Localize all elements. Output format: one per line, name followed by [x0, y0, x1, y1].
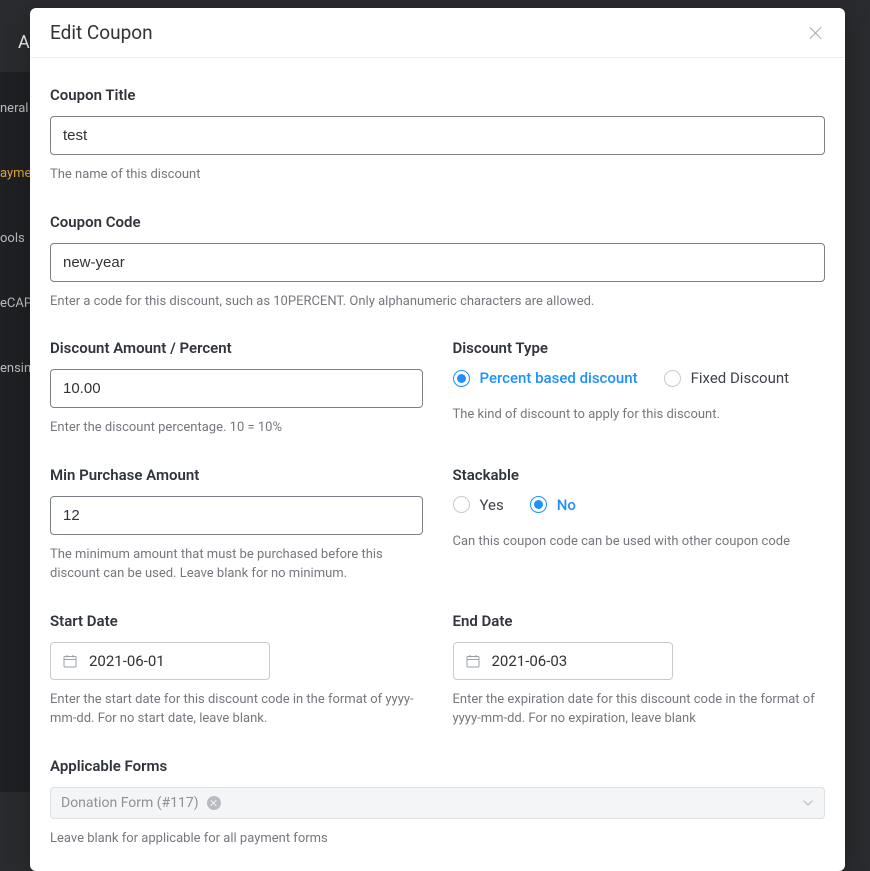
label-min-purchase: Min Purchase Amount	[50, 466, 423, 484]
helper-discount-type: The kind of discount to apply for this d…	[453, 405, 826, 425]
label-stackable: Stackable	[453, 466, 826, 484]
sidebar-item-payment[interactable]: ayme	[0, 141, 34, 206]
label-start-date: Start Date	[50, 612, 423, 630]
radio-dot-icon	[453, 370, 470, 387]
field-applicable-forms: Applicable Forms Donation Form (#117) Le…	[50, 757, 825, 849]
row-discount: Discount Amount / Percent Enter the disc…	[50, 339, 825, 438]
field-discount-amount: Discount Amount / Percent Enter the disc…	[50, 339, 423, 438]
radio-stackable-yes[interactable]: Yes	[453, 496, 504, 514]
tag-remove-icon[interactable]	[207, 796, 221, 810]
radio-label: No	[557, 496, 576, 514]
end-date-input[interactable]: 2021-06-03	[453, 642, 673, 680]
radio-label: Fixed Discount	[691, 369, 789, 387]
label-coupon-code: Coupon Code	[50, 213, 825, 231]
label-end-date: End Date	[453, 612, 826, 630]
sidebar-item-label: ools	[0, 231, 25, 246]
helper-coupon-title: The name of this discount	[50, 165, 825, 185]
radio-dot-icon	[530, 496, 547, 513]
applicable-forms-tag: Donation Form (#117)	[61, 795, 221, 811]
radio-fixed-discount[interactable]: Fixed Discount	[664, 369, 789, 387]
radio-dot-icon	[453, 496, 470, 513]
helper-coupon-code: Enter a code for this discount, such as …	[50, 292, 825, 312]
field-coupon-title: Coupon Title The name of this discount	[50, 86, 825, 185]
label-coupon-title: Coupon Title	[50, 86, 825, 104]
coupon-code-input[interactable]	[50, 243, 825, 282]
row-dates: Start Date 2021-06-01 Enter the start da…	[50, 612, 825, 729]
label-discount-type: Discount Type	[453, 339, 826, 357]
field-min-purchase: Min Purchase Amount The minimum amount t…	[50, 466, 423, 584]
sidebar-item-licensing[interactable]: ensin	[0, 336, 34, 401]
tag-text: Donation Form (#117)	[61, 795, 199, 811]
field-stackable: Stackable Yes No Can this coupon code ca…	[453, 466, 826, 584]
field-coupon-code: Coupon Code Enter a code for this discou…	[50, 213, 825, 312]
helper-stackable: Can this coupon code can be used with ot…	[453, 532, 826, 552]
radio-percent-discount[interactable]: Percent based discount	[453, 369, 638, 387]
helper-discount-amount: Enter the discount percentage. 10 = 10%	[50, 418, 423, 438]
row-min-stackable: Min Purchase Amount The minimum amount t…	[50, 466, 825, 584]
sidebar-item-general[interactable]: neral	[0, 76, 34, 141]
label-applicable-forms: Applicable Forms	[50, 757, 825, 775]
end-date-value: 2021-06-03	[492, 652, 568, 670]
background-app-letter: A	[18, 32, 31, 53]
discount-amount-input[interactable]	[50, 369, 423, 408]
field-end-date: End Date 2021-06-03 Enter the expiration…	[453, 612, 826, 729]
sidebar-item-label: ensin	[0, 361, 31, 376]
min-purchase-input[interactable]	[50, 496, 423, 535]
label-discount-amount: Discount Amount / Percent	[50, 339, 423, 357]
calendar-icon	[63, 654, 77, 668]
radio-dot-icon	[664, 370, 681, 387]
coupon-title-input[interactable]	[50, 116, 825, 155]
sidebar-item-recaptcha[interactable]: eCAP	[0, 271, 34, 336]
modal-body: Coupon Title The name of this discount C…	[30, 58, 845, 871]
radio-stackable-no[interactable]: No	[530, 496, 576, 514]
sidebar-item-label: ayme	[0, 166, 31, 181]
edit-coupon-modal: Edit Coupon Coupon Title The name of thi…	[30, 8, 845, 871]
start-date-value: 2021-06-01	[89, 652, 165, 670]
sidebar-item-label: eCAP	[0, 296, 32, 311]
sidebar: neral ayme ools eCAP ensin	[0, 72, 34, 792]
applicable-forms-select[interactable]: Donation Form (#117)	[50, 787, 825, 819]
chevron-down-icon	[802, 797, 814, 809]
close-icon[interactable]	[809, 26, 823, 40]
sidebar-item-label: neral	[0, 101, 28, 116]
radio-label: Yes	[480, 496, 504, 514]
helper-applicable-forms: Leave blank for applicable for all payme…	[50, 829, 825, 849]
helper-min-purchase: The minimum amount that must be purchase…	[50, 545, 423, 584]
radio-label: Percent based discount	[480, 369, 638, 387]
modal-title: Edit Coupon	[50, 21, 153, 44]
calendar-icon	[466, 654, 480, 668]
sidebar-item-tools[interactable]: ools	[0, 206, 34, 271]
modal-header: Edit Coupon	[30, 8, 845, 58]
helper-start-date: Enter the start date for this discount c…	[50, 690, 423, 729]
helper-end-date: Enter the expiration date for this disco…	[453, 690, 826, 729]
start-date-input[interactable]: 2021-06-01	[50, 642, 270, 680]
field-start-date: Start Date 2021-06-01 Enter the start da…	[50, 612, 423, 729]
field-discount-type: Discount Type Percent based discount Fix…	[453, 339, 826, 438]
